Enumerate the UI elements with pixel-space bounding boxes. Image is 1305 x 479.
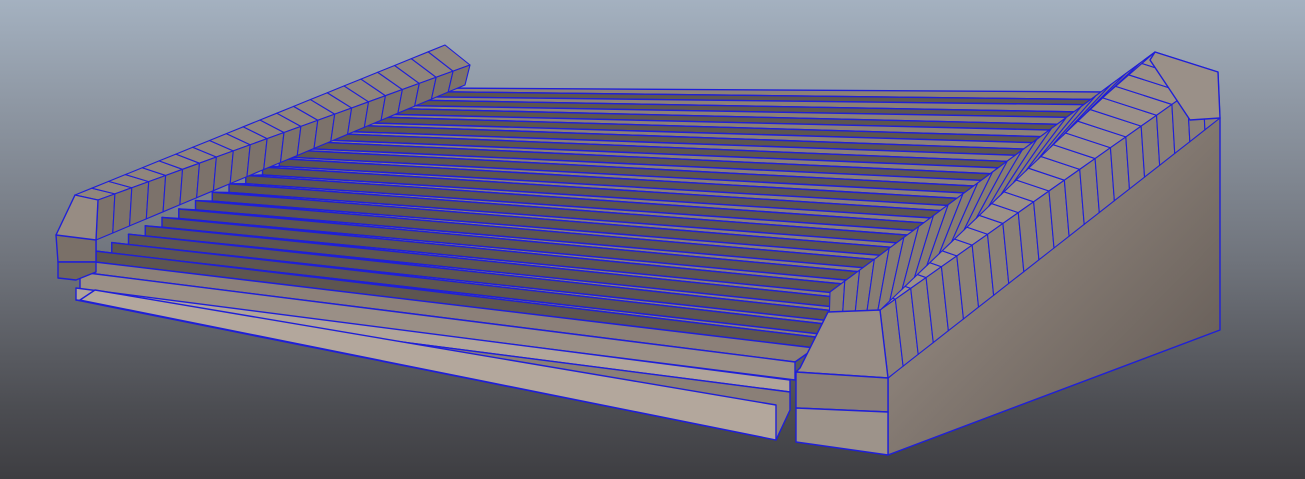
left-wall-inner-segment	[112, 187, 133, 234]
left-wall-inner-segment	[95, 193, 116, 241]
left-wall-inner-segment	[162, 168, 184, 213]
right-wall-end-face	[795, 371, 889, 413]
3d-viewport[interactable]	[0, 0, 1305, 479]
left-wall-inner-segment	[128, 181, 150, 227]
right-wall-base-face	[795, 407, 889, 456]
left-wall-inner-segment	[179, 162, 201, 206]
left-wall-end-front	[55, 234, 97, 263]
left-wall-inner-segment	[145, 174, 167, 220]
stair-model[interactable]	[0, 0, 1305, 479]
